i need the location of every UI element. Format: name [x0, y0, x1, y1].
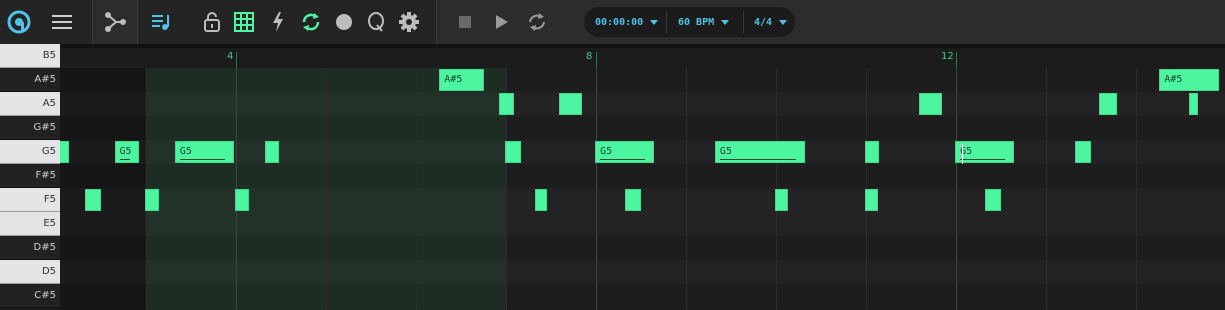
bpm-display[interactable]: 60 BPM — [678, 7, 730, 37]
note-velocity-line — [719, 159, 796, 160]
note-label: G5 — [119, 146, 132, 157]
ruler-tick — [956, 52, 957, 68]
midi-note[interactable] — [235, 189, 250, 211]
midi-note[interactable] — [865, 141, 880, 163]
midi-note[interactable]: G5 — [114, 141, 139, 163]
ruler-tick — [236, 52, 237, 68]
midi-note[interactable] — [60, 141, 69, 163]
play-icon[interactable] — [488, 8, 516, 36]
edit-cursor — [962, 144, 963, 164]
midi-note[interactable] — [498, 93, 515, 115]
time-label: 00:00:00 — [595, 16, 644, 28]
divider — [743, 11, 744, 33]
piano-key-e5[interactable]: E5 — [0, 212, 60, 236]
note-velocity-line — [600, 159, 646, 160]
midi-note[interactable]: G5 — [955, 141, 1015, 163]
repeat-icon[interactable] — [523, 8, 551, 36]
midi-note[interactable] — [1074, 141, 1091, 163]
midi-note[interactable]: A#5 — [1159, 69, 1219, 91]
midi-note[interactable] — [1189, 93, 1199, 115]
note-label: A#5 — [444, 74, 463, 85]
midi-note[interactable]: G5 — [595, 141, 655, 163]
lock-icon[interactable] — [198, 8, 226, 36]
piano-key-asharp5[interactable]: A#5 — [0, 68, 60, 92]
midi-note[interactable] — [559, 93, 582, 115]
midi-note[interactable] — [865, 189, 878, 211]
midi-note[interactable] — [505, 141, 522, 163]
midi-note[interactable]: G5 — [714, 141, 805, 163]
chevron-down-icon — [721, 19, 730, 25]
note-grid[interactable]: A#5A#5A5G5G5G5G5G5 — [60, 68, 1225, 310]
record-icon[interactable] — [330, 8, 358, 36]
midi-note[interactable]: A#5 — [439, 69, 485, 91]
ruler-edge — [60, 44, 1225, 48]
note-label: G5 — [719, 146, 732, 157]
piano-key-g5[interactable]: G5 — [0, 140, 60, 164]
midi-note[interactable] — [775, 189, 788, 211]
midi-note[interactable] — [624, 189, 641, 211]
note-label: A#5 — [1164, 74, 1183, 85]
quantize-icon[interactable] — [362, 8, 390, 36]
time-display[interactable]: 00:00:00 — [595, 7, 659, 37]
meter-display[interactable]: 4/4 — [754, 7, 788, 37]
midi-note[interactable] — [145, 189, 160, 211]
meter-label: 4/4 — [754, 16, 773, 28]
midi-note[interactable] — [919, 93, 942, 115]
midi-note[interactable] — [84, 189, 101, 211]
bpm-label: 60 BPM — [678, 16, 715, 28]
divider — [666, 11, 667, 33]
piano-key-gsharp5[interactable]: G#5 — [0, 116, 60, 140]
midi-note[interactable]: G5 — [174, 141, 235, 163]
lightning-icon[interactable] — [264, 8, 292, 36]
piano-key-csharp5[interactable]: C#5 — [0, 284, 60, 308]
piano-key-dsharp5[interactable]: D#5 — [0, 236, 60, 260]
loop-icon[interactable] — [297, 8, 325, 36]
timeline-ruler[interactable]: 4 8 12 — [60, 44, 1225, 68]
ruler-mark: 8 — [586, 51, 593, 62]
note-velocity-line — [119, 159, 130, 160]
midi-note[interactable] — [534, 189, 548, 211]
ruler-mark: 4 — [227, 51, 234, 62]
piano-key-a5[interactable]: A5 — [0, 92, 60, 116]
midi-note[interactable] — [264, 141, 280, 163]
menu-icon[interactable] — [48, 8, 76, 36]
settings-icon[interactable] — [395, 8, 423, 36]
note-velocity-line — [960, 159, 1006, 160]
chevron-down-icon — [779, 19, 788, 25]
piano-key-fsharp5[interactable]: F#5 — [0, 164, 60, 188]
ruler-mark: 12 — [941, 51, 954, 62]
routing-icon[interactable] — [101, 8, 129, 36]
stop-icon[interactable] — [451, 8, 479, 36]
midi-note[interactable] — [1099, 93, 1118, 115]
toolbar: 00:00:00 60 BPM 4/4 — [0, 0, 1225, 44]
snap-grid-icon[interactable] — [230, 8, 258, 36]
note-label: G5 — [179, 146, 192, 157]
ruler-tick — [596, 52, 597, 68]
piano-keyboard: B5 A#5 A5 G#5 G5 F#5 F5 E5 D#5 D5 C#5 — [0, 44, 60, 310]
logo-icon[interactable] — [5, 8, 33, 36]
piano-key-f5[interactable]: F5 — [0, 188, 60, 212]
piano-key-d5[interactable]: D5 — [0, 260, 60, 284]
midi-note[interactable] — [984, 189, 1001, 211]
piano-key-b5[interactable]: B5 — [0, 44, 60, 68]
note-velocity-line — [179, 159, 226, 160]
transport-info-pill: 00:00:00 60 BPM 4/4 — [584, 7, 795, 37]
divider — [436, 0, 437, 44]
note-label: G5 — [600, 146, 613, 157]
piano-roll-icon[interactable] — [148, 8, 176, 36]
chevron-down-icon — [650, 19, 659, 25]
